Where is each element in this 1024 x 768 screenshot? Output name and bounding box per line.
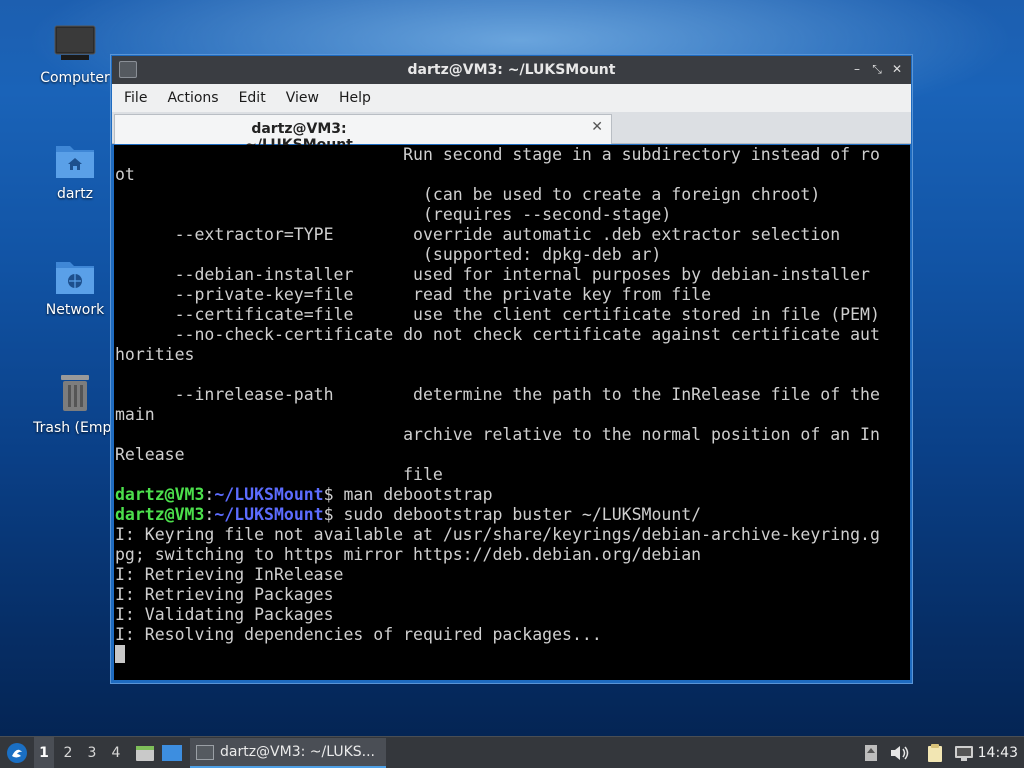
window-title: dartz@VM3: ~/LUKSMount xyxy=(407,62,616,78)
terminal-line: --inrelease-path determine the path to t… xyxy=(115,385,880,404)
prompt-path: ~/LUKSMount xyxy=(214,485,324,504)
terminal-line: (supported: dpkg-deb ar) xyxy=(115,245,662,264)
terminal-line: main xyxy=(115,405,155,424)
terminal-line: I: Retrieving Packages xyxy=(115,585,334,604)
tray-input-indicator[interactable] xyxy=(862,737,880,768)
workspace-3[interactable]: 3 xyxy=(82,737,102,768)
terminal-output[interactable]: Run second stage in a subdirectory inste… xyxy=(114,145,910,680)
terminal-line: --no-check-certificate do not check cert… xyxy=(115,325,880,344)
terminal-window: dartz@VM3: ~/LUKSMount – ⤡ ✕ File Action… xyxy=(110,54,913,684)
menu-file[interactable]: File xyxy=(124,90,147,106)
terminal-line: --debian-installer used for internal pur… xyxy=(115,265,870,284)
quicklaunch-files[interactable] xyxy=(134,737,156,768)
terminal-line: --extractor=TYPE override automatic .deb… xyxy=(115,225,841,244)
prompt-dollar: $ xyxy=(323,505,334,524)
tray-clipboard[interactable] xyxy=(924,737,946,768)
terminal-line: I: Retrieving InRelease xyxy=(115,565,344,584)
taskbar-clock[interactable]: 14:43 xyxy=(978,737,1018,768)
terminal-app-icon[interactable] xyxy=(119,61,137,78)
desktop-icon-label: Computer xyxy=(40,70,110,86)
taskbar-window-label: dartz@VM3: ~/LUKS... xyxy=(220,744,376,760)
menu-view[interactable]: View xyxy=(286,90,319,106)
minimize-button[interactable]: – xyxy=(849,61,865,77)
prompt-command: sudo debootstrap buster ~/LUKSMount/ xyxy=(333,505,702,524)
debootstrap-output: I: Keyring file not available at /usr/sh… xyxy=(115,525,880,644)
start-menu-button[interactable] xyxy=(4,737,30,768)
menu-bar: File Actions Edit View Help xyxy=(112,84,911,112)
terminal-line: archive relative to the normal position … xyxy=(115,425,880,444)
home-folder-icon xyxy=(56,146,94,178)
terminal-line: --private-key=file read the private key … xyxy=(115,285,712,304)
prompt-user: dartz@VM3 xyxy=(115,505,205,524)
taskbar: 1 2 3 4 dartz@VM3: ~/LUKS... 14:43 xyxy=(0,736,1024,768)
network-folder-icon xyxy=(56,262,94,294)
desktop-icon-label: dartz xyxy=(56,186,94,202)
network-wired-icon xyxy=(955,746,973,761)
terminal-line: (requires --second-stage) xyxy=(115,205,672,224)
tray-network[interactable] xyxy=(952,737,976,768)
menu-actions[interactable]: Actions xyxy=(167,90,218,106)
workspace-4[interactable]: 4 xyxy=(106,737,126,768)
quicklaunch-desktop[interactable] xyxy=(160,737,184,768)
lubuntu-logo-icon xyxy=(7,743,27,763)
terminal-help-output: Run second stage in a subdirectory inste… xyxy=(115,145,880,484)
terminal-line: horities xyxy=(115,345,195,364)
tray-volume[interactable] xyxy=(888,737,910,768)
workspace-2[interactable]: 2 xyxy=(58,737,78,768)
close-button[interactable]: ✕ xyxy=(889,61,905,77)
terminal-line: pg; switching to https mirror https://de… xyxy=(115,545,702,564)
terminal-line: Release xyxy=(115,445,185,464)
desktop-icon-label: Trash (Empt xyxy=(33,420,117,436)
prompt-line: dartz@VM3:~/LUKSMount$ man debootstrap xyxy=(115,485,493,504)
desktop-icon-label: Network xyxy=(45,302,105,318)
prompt-user: dartz@VM3 xyxy=(115,485,205,504)
file-manager-icon xyxy=(136,746,154,761)
prompt-command: man debootstrap xyxy=(333,485,493,504)
keyboard-indicator-icon xyxy=(865,745,877,761)
terminal-line: I: Keyring file not available at /usr/sh… xyxy=(115,525,880,544)
terminal-line: I: Resolving dependencies of required pa… xyxy=(115,625,602,644)
computer-icon xyxy=(54,25,96,60)
prompt-line: dartz@VM3:~/LUKSMount$ sudo debootstrap … xyxy=(115,505,701,524)
workspace-1[interactable]: 1 xyxy=(34,737,54,768)
taskbar-window-button[interactable]: dartz@VM3: ~/LUKS... xyxy=(190,738,386,768)
volume-icon xyxy=(891,746,909,760)
terminal-task-icon xyxy=(196,744,214,760)
prompt-dollar: $ xyxy=(323,485,334,504)
menu-help[interactable]: Help xyxy=(339,90,371,106)
terminal-line: I: Validating Packages xyxy=(115,605,334,624)
tab-terminal[interactable]: dartz@VM3: ~/LUKSMount ✕ xyxy=(114,114,612,153)
menu-edit[interactable]: Edit xyxy=(239,90,266,106)
prompt-separator: : xyxy=(204,485,215,504)
tab-close-icon[interactable]: ✕ xyxy=(591,119,603,135)
terminal-line: ot xyxy=(115,165,135,184)
terminal-cursor xyxy=(115,645,125,663)
prompt-path: ~/LUKSMount xyxy=(214,505,324,524)
terminal-line: --certificate=file use the client certif… xyxy=(115,305,880,324)
tab-bar: dartz@VM3: ~/LUKSMount ✕ xyxy=(112,112,911,153)
terminal-line: file xyxy=(115,465,443,484)
window-titlebar[interactable]: dartz@VM3: ~/LUKSMount – ⤡ ✕ xyxy=(112,56,911,84)
terminal-line: (can be used to create a foreign chroot) xyxy=(115,185,821,204)
clipboard-icon xyxy=(928,744,942,762)
prompt-separator: : xyxy=(204,505,215,524)
terminal-text: Run second stage in a subdirectory inste… xyxy=(114,145,910,665)
trash-icon xyxy=(61,375,89,411)
show-desktop-icon xyxy=(162,745,182,761)
terminal-line: Run second stage in a subdirectory inste… xyxy=(115,145,880,164)
maximize-button[interactable]: ⤡ xyxy=(869,61,885,77)
